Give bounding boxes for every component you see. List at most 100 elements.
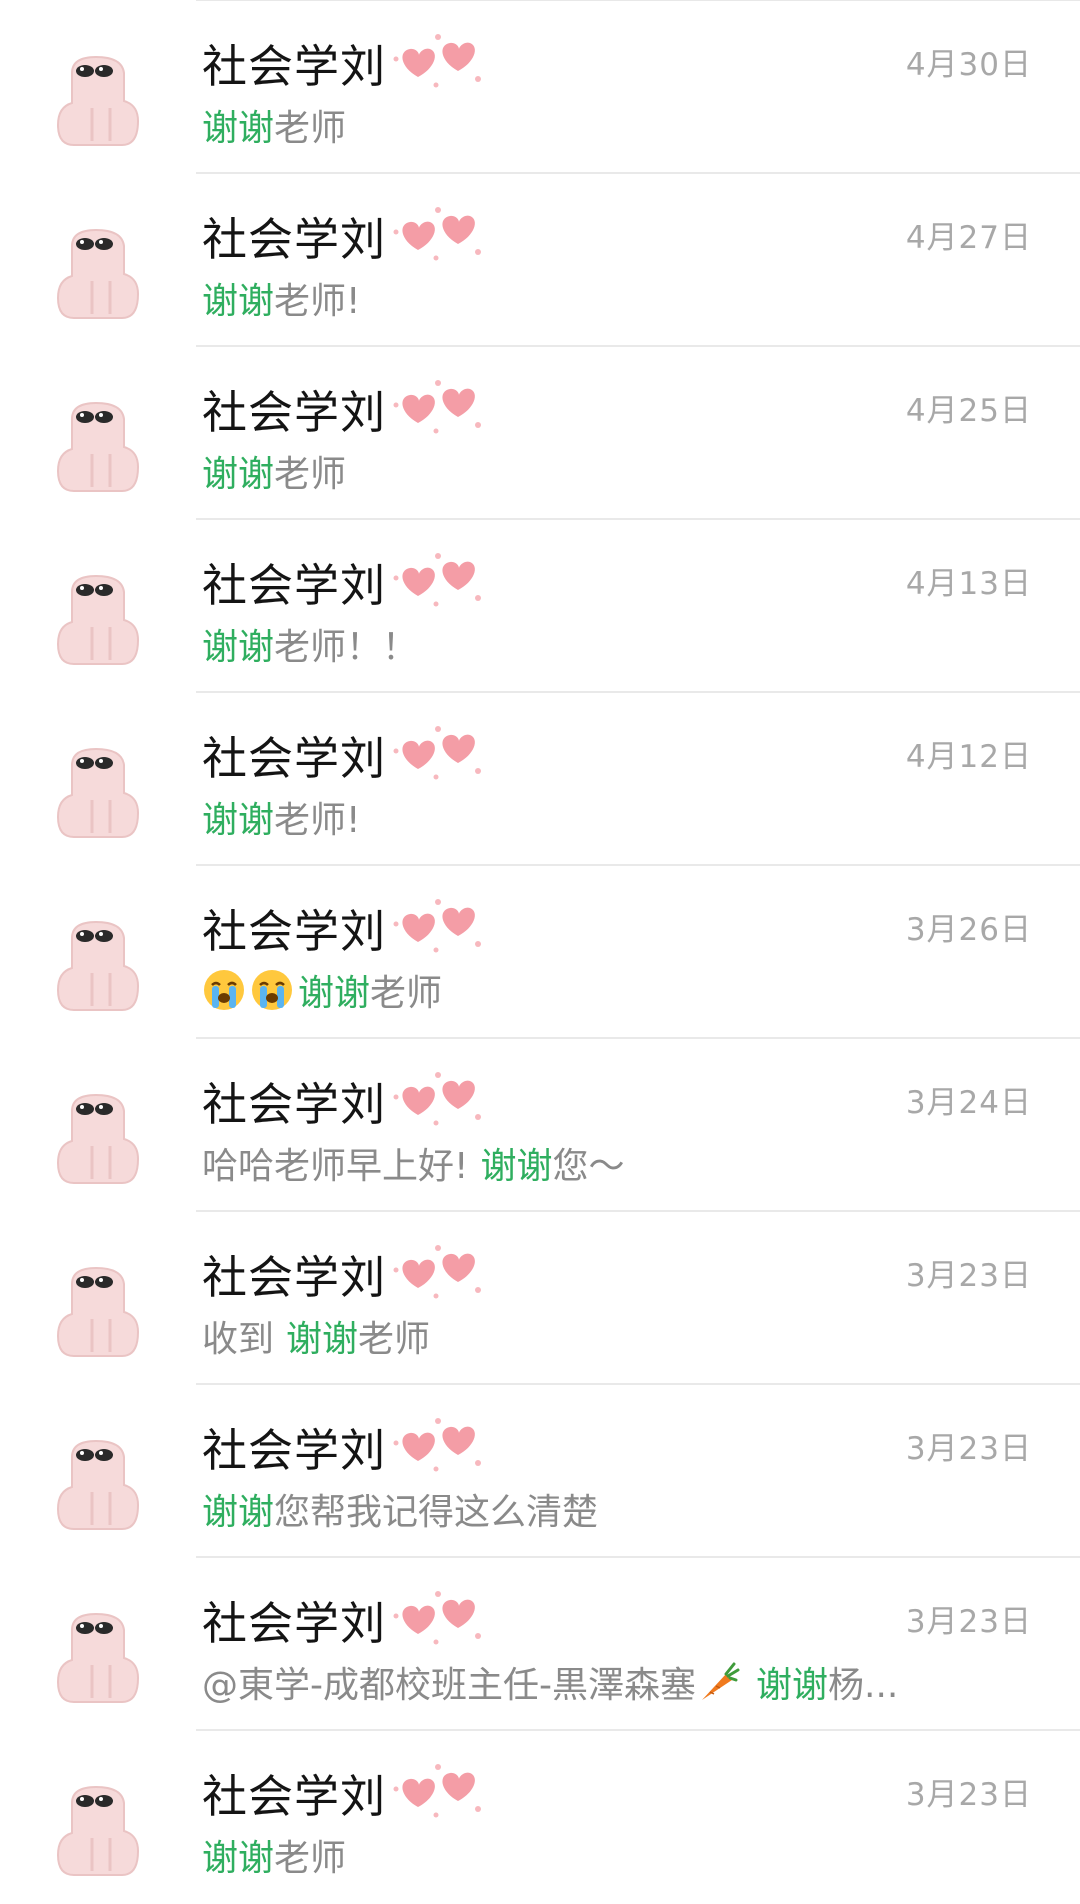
contact-name-group: 社会学刘 <box>202 548 488 614</box>
contact-name-group: 社会学刘 <box>202 202 488 268</box>
message-date: 3月23日 <box>905 1777 1032 1813</box>
message-date: 4月27日 <box>905 220 1032 256</box>
avatar <box>56 228 140 319</box>
message-preview: 谢谢 老师 <box>202 101 922 149</box>
contact-name-group: 社会学刘 <box>202 894 488 960</box>
crying-emoji-icon <box>204 970 244 1010</box>
chat-row[interactable]: 社会学刘 4月13日 谢谢 老师！！ <box>0 520 1080 693</box>
contact-name-group: 社会学刘 <box>202 1586 488 1652</box>
avatar <box>56 1612 140 1703</box>
hearts-icon <box>393 1418 482 1472</box>
chat-row[interactable]: 社会学刘 3月26日 谢谢 老师 <box>0 866 1080 1039</box>
contact-name: 社会学刘 <box>202 39 387 93</box>
chat-row[interactable]: 社会学刘 3月23日 谢谢 老师 <box>0 1731 1080 1904</box>
message-preview: 哈哈老师早上好! 谢谢 您～ <box>202 1139 922 1187</box>
message-text: 老师 <box>370 973 443 1014</box>
hearts-icon <box>393 1764 482 1818</box>
contact-name: 社会学刘 <box>202 731 387 785</box>
contact-name: 社会学刘 <box>202 1769 387 1823</box>
avatar <box>56 1439 140 1530</box>
message-preview: 谢谢 老师 <box>202 1831 922 1879</box>
highlight-text: 谢谢 <box>202 454 275 495</box>
contact-name: 社会学刘 <box>202 1077 387 1131</box>
chat-row[interactable]: 社会学刘 3月23日 谢谢 您帮我记得这么清楚 <box>0 1385 1080 1558</box>
contact-name: 社会学刘 <box>202 212 387 266</box>
message-text: 您帮我记得这么清楚 <box>274 1492 599 1533</box>
message-date: 4月30日 <box>905 47 1032 83</box>
message-text: 老师 <box>274 1838 347 1879</box>
highlight-text: 谢谢 <box>202 108 275 149</box>
contact-name: 社会学刘 <box>202 1596 387 1650</box>
highlight-text: 谢谢 <box>202 281 275 322</box>
message-date: 3月24日 <box>905 1085 1032 1121</box>
avatar <box>56 55 140 146</box>
carrot-emoji-icon <box>701 1662 740 1700</box>
chat-row[interactable]: 社会学刘 3月23日 @東学-成都校班主任-黒澤森塞 谢谢 杨... <box>0 1558 1080 1731</box>
message-text: 老师! <box>274 281 361 322</box>
highlight-text: 谢谢 <box>202 800 275 841</box>
contact-name-group: 社会学刘 <box>202 375 488 441</box>
chat-row[interactable]: 社会学刘 3月23日 收到 谢谢 老师 <box>0 1212 1080 1385</box>
message-text: 您～ <box>552 1146 625 1187</box>
hearts-icon <box>393 1245 482 1299</box>
chat-row[interactable]: 社会学刘 4月27日 谢谢 老师! <box>0 174 1080 347</box>
message-preview: 谢谢 老师! <box>202 274 922 322</box>
message-date: 3月23日 <box>905 1258 1032 1294</box>
message-preview: 谢谢 老师！！ <box>202 620 922 668</box>
highlight-text: 谢谢 <box>202 1492 275 1533</box>
chat-row[interactable]: 社会学刘 3月24日 哈哈老师早上好! 谢谢 您～ <box>0 1039 1080 1212</box>
message-text: 老师！！ <box>274 627 419 668</box>
message-text: 老师 <box>274 108 347 149</box>
message-text: 收到 <box>202 1319 275 1360</box>
hearts-icon <box>393 726 482 780</box>
contact-name-group: 社会学刘 <box>202 1413 488 1479</box>
chat-row[interactable]: 社会学刘 4月25日 谢谢 老师 <box>0 347 1080 520</box>
contact-name: 社会学刘 <box>202 385 387 439</box>
hearts-icon <box>393 34 482 88</box>
contact-name: 社会学刘 <box>202 1250 387 1304</box>
hearts-icon <box>393 553 482 607</box>
contact-name-group: 社会学刘 <box>202 721 488 787</box>
message-text: 老师! <box>274 800 361 841</box>
contact-name-group: 社会学刘 <box>202 1759 488 1825</box>
avatar <box>56 1785 140 1876</box>
hearts-icon <box>393 899 482 953</box>
highlight-text: 谢谢 <box>755 1665 828 1706</box>
chat-row[interactable]: 社会学刘 4月12日 谢谢 老师! <box>0 693 1080 866</box>
message-date: 4月13日 <box>905 566 1032 602</box>
avatar <box>56 1093 140 1184</box>
avatar <box>56 1266 140 1357</box>
message-date: 3月23日 <box>905 1604 1032 1640</box>
hearts-icon <box>393 1072 482 1126</box>
highlight-text: 谢谢 <box>480 1146 553 1187</box>
highlight-text: 谢谢 <box>298 973 371 1014</box>
contact-name: 社会学刘 <box>202 904 387 958</box>
contact-name: 社会学刘 <box>202 558 387 612</box>
avatar <box>56 574 140 665</box>
contact-name: 社会学刘 <box>202 1423 387 1477</box>
chat-list: 社会学刘 4月30日 谢谢 老师 社会学刘 4月27日 谢谢 老师! 社会学刘 … <box>0 1 1080 1904</box>
message-date: 4月25日 <box>905 393 1032 429</box>
message-date: 4月12日 <box>905 739 1032 775</box>
message-text: 老师 <box>358 1319 431 1360</box>
message-preview: 谢谢 老师 <box>202 966 922 1014</box>
message-date: 3月26日 <box>905 912 1032 948</box>
message-text: 哈哈老师早上好! <box>202 1146 469 1187</box>
chat-row[interactable]: 社会学刘 4月30日 谢谢 老师 <box>0 1 1080 174</box>
message-text: @東学-成都校班主任-黒澤森塞 <box>202 1665 696 1706</box>
highlight-text: 谢谢 <box>286 1319 359 1360</box>
message-preview: 谢谢 老师 <box>202 447 922 495</box>
message-date: 3月23日 <box>905 1431 1032 1467</box>
hearts-icon <box>393 207 482 261</box>
avatar <box>56 920 140 1011</box>
message-preview: @東学-成都校班主任-黒澤森塞 谢谢 杨... <box>202 1658 922 1706</box>
highlight-text: 谢谢 <box>202 627 275 668</box>
message-text: 老师 <box>274 454 347 495</box>
contact-name-group: 社会学刘 <box>202 29 488 95</box>
highlight-text: 谢谢 <box>202 1838 275 1879</box>
contact-name-group: 社会学刘 <box>202 1067 488 1133</box>
avatar <box>56 401 140 492</box>
message-preview: 收到 谢谢 老师 <box>202 1312 922 1360</box>
crying-emoji-icon <box>252 970 292 1010</box>
hearts-icon <box>393 1591 482 1645</box>
